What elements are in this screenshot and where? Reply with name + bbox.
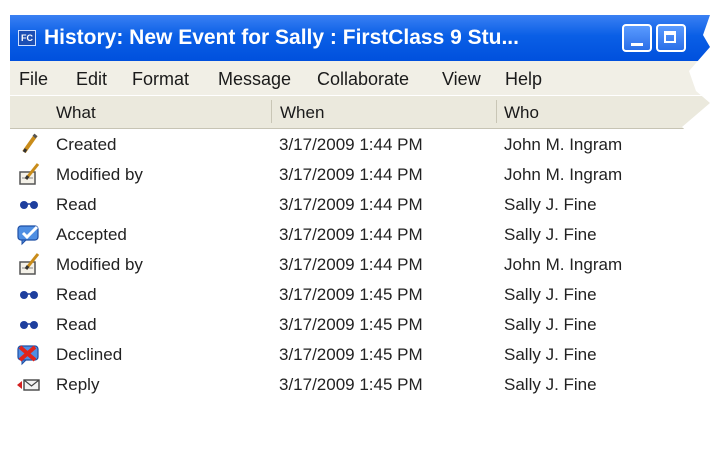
table-row[interactable]: Read 3/17/2009 1:45 PM Sally J. Fine xyxy=(10,279,710,309)
what-cell: Accepted xyxy=(56,225,127,244)
when-cell: 3/17/2009 1:44 PM xyxy=(279,225,423,244)
edit-document-icon xyxy=(19,163,40,185)
screenshot: FC History: New Event for Sally : FirstC… xyxy=(0,0,727,460)
table-row[interactable]: Modified by 3/17/2009 1:44 PM John M. In… xyxy=(10,249,710,279)
history-window: FC History: New Event for Sally : FirstC… xyxy=(10,15,710,415)
menu-view[interactable]: View xyxy=(442,69,481,90)
glasses-icon xyxy=(20,321,38,329)
edit-document-icon xyxy=(19,253,40,275)
reply-icon xyxy=(17,379,40,391)
what-cell: Declined xyxy=(56,345,123,364)
who-cell: Sally J. Fine xyxy=(504,285,597,304)
pencil-icon xyxy=(22,133,38,154)
declined-x-icon xyxy=(17,345,39,366)
column-what[interactable]: What xyxy=(56,103,96,123)
accepted-check-icon xyxy=(17,225,39,246)
menu-collaborate[interactable]: Collaborate xyxy=(317,69,409,90)
column-who[interactable]: Who xyxy=(504,103,539,123)
what-cell: Modified by xyxy=(56,165,143,184)
menu-bar: File Edit Format Message Collaborate Vie… xyxy=(10,61,710,95)
window-title: History: New Event for Sally : FirstClas… xyxy=(44,26,519,49)
when-cell: 3/17/2009 1:44 PM xyxy=(279,255,423,274)
menu-message[interactable]: Message xyxy=(218,69,291,90)
when-cell: 3/17/2009 1:45 PM xyxy=(279,345,423,364)
column-divider[interactable] xyxy=(271,100,272,123)
what-cell: Read xyxy=(56,315,97,334)
what-cell: Read xyxy=(56,285,97,304)
column-when[interactable]: When xyxy=(280,103,324,123)
column-header: What When Who xyxy=(10,96,710,129)
menu-format[interactable]: Format xyxy=(132,69,189,90)
who-cell: Sally J. Fine xyxy=(504,345,597,364)
glasses-icon xyxy=(20,201,38,209)
what-cell: Modified by xyxy=(56,255,143,274)
table-row[interactable]: Read 3/17/2009 1:45 PM Sally J. Fine xyxy=(10,309,710,339)
when-cell: 3/17/2009 1:45 PM xyxy=(279,375,423,394)
who-cell: John M. Ingram xyxy=(504,135,623,154)
maximize-button[interactable] xyxy=(656,24,686,52)
who-cell: Sally J. Fine xyxy=(504,375,597,394)
table-row[interactable]: Modified by 3/17/2009 1:44 PM John M. In… xyxy=(10,159,710,189)
what-cell: Created xyxy=(56,135,117,154)
when-cell: 3/17/2009 1:45 PM xyxy=(279,285,423,304)
who-cell: Sally J. Fine xyxy=(504,225,597,244)
menu-help[interactable]: Help xyxy=(505,69,542,90)
when-cell: 3/17/2009 1:44 PM xyxy=(279,165,423,184)
when-cell: 3/17/2009 1:44 PM xyxy=(279,195,423,214)
minimize-button[interactable] xyxy=(622,24,652,52)
who-cell: Sally J. Fine xyxy=(504,315,597,334)
table-row[interactable]: Reply 3/17/2009 1:45 PM Sally J. Fine xyxy=(10,369,710,399)
menu-edit[interactable]: Edit xyxy=(76,69,107,90)
who-cell: John M. Ingram xyxy=(504,255,623,274)
when-cell: 3/17/2009 1:44 PM xyxy=(279,135,423,154)
table-row[interactable]: Read 3/17/2009 1:44 PM Sally J. Fine xyxy=(10,189,710,219)
title-bar[interactable]: FC History: New Event for Sally : FirstC… xyxy=(10,15,710,61)
app-icon[interactable]: FC xyxy=(18,30,36,46)
what-cell: Reply xyxy=(56,375,100,394)
menu-file[interactable]: File xyxy=(19,69,48,90)
table-row[interactable]: Declined 3/17/2009 1:45 PM Sally J. Fine xyxy=(10,339,710,369)
who-cell: Sally J. Fine xyxy=(504,195,597,214)
glasses-icon xyxy=(20,291,38,299)
who-cell: John M. Ingram xyxy=(504,165,623,184)
when-cell: 3/17/2009 1:45 PM xyxy=(279,315,423,334)
what-cell: Read xyxy=(56,195,97,214)
column-divider[interactable] xyxy=(496,100,497,123)
table-row[interactable]: Accepted 3/17/2009 1:44 PM Sally J. Fine xyxy=(10,219,710,249)
table-row[interactable]: Created 3/17/2009 1:44 PM John M. Ingram xyxy=(10,129,710,159)
